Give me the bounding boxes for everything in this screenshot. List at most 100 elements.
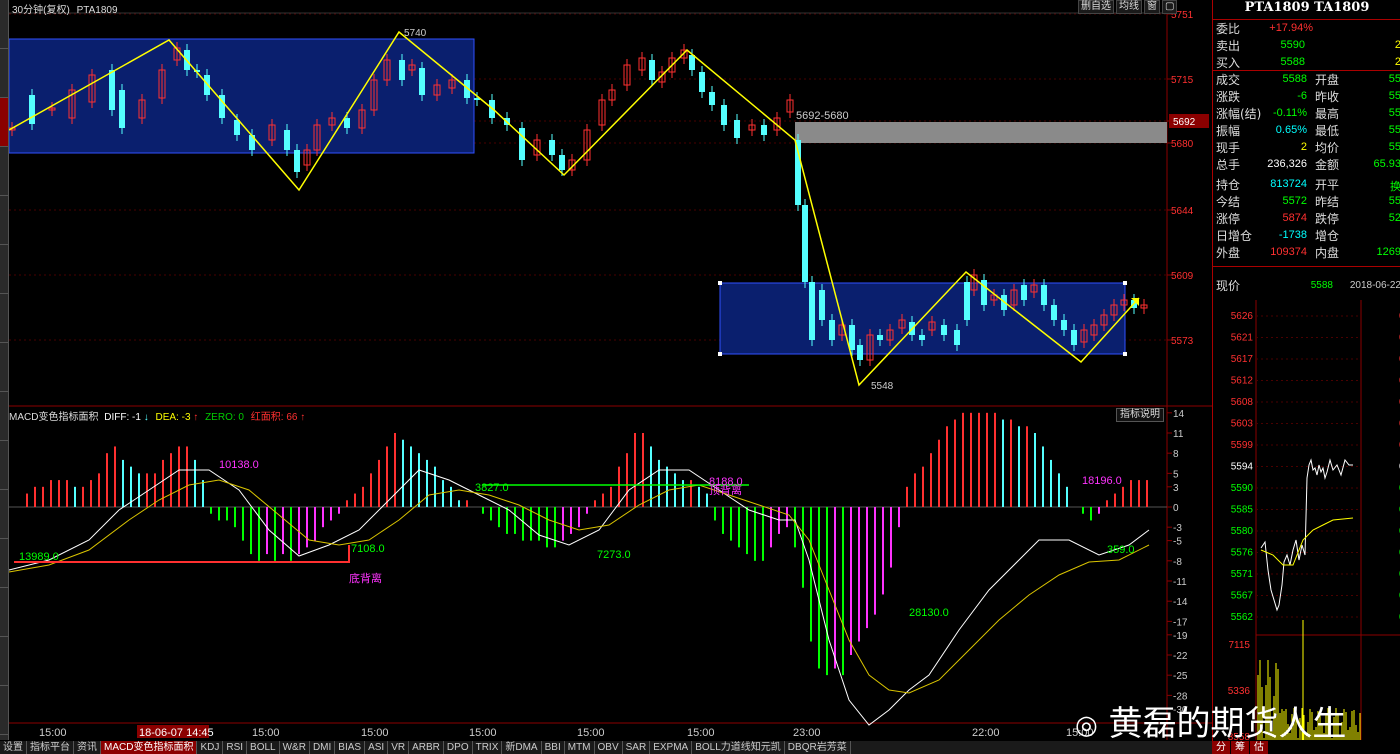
indicator-tab[interactable]: RSI	[223, 741, 248, 754]
quote-label-right: 昨结	[1315, 195, 1340, 209]
time-tick-label: 22:00	[972, 727, 1000, 739]
price-tick-label: 5573	[1171, 336, 1194, 347]
quote-label-left: 日增仓	[1216, 229, 1253, 243]
indicator-tab[interactable]: BOLL	[247, 741, 280, 754]
quote-label-left: 今结	[1216, 195, 1241, 209]
indicator-tab[interactable]: 指标平台	[27, 741, 74, 754]
macd-tick-label: 5	[1173, 469, 1179, 480]
quote-label-right: 昨收	[1315, 90, 1340, 104]
indicator-tab[interactable]: EXPMA	[650, 741, 693, 754]
macd-tick-label: -25	[1173, 671, 1188, 682]
indicator-tab[interactable]: VR	[388, 741, 410, 754]
quote-label-left: 现手	[1216, 141, 1241, 155]
candle-down	[964, 282, 970, 320]
indicator-tab[interactable]: 新DMA	[502, 741, 542, 754]
quote-label-right: 金额	[1315, 158, 1340, 172]
indicator-tab[interactable]: DBQR岩芳菜	[785, 741, 851, 754]
wb-value: +17.94%	[1269, 22, 1313, 34]
now-label: 现价	[1216, 279, 1241, 293]
indicator-tab[interactable]: MACD变色指标面积	[101, 741, 198, 754]
macd-area-label: 3827.0	[475, 482, 509, 494]
quote-value-left: 813724	[1270, 178, 1307, 190]
close-icon[interactable]: ▢	[1162, 0, 1178, 14]
indicator-tab[interactable]: 资讯	[74, 741, 101, 754]
now-value: 5588	[1310, 280, 1333, 291]
macd-area-label: 7273.0	[597, 549, 631, 561]
gap-label: 5692-5680	[796, 110, 849, 122]
macd-area-label: 13989.0	[19, 551, 59, 563]
indicator-explain-button[interactable]: 指标说明	[1116, 408, 1164, 422]
quote-value-left: 109374	[1270, 246, 1307, 258]
indicator-tab[interactable]: MTM	[565, 741, 595, 754]
price-line	[1260, 458, 1353, 612]
candle-down	[1041, 285, 1047, 305]
macd-header: MACD变色指标面积 DIFF: -1 ↓ DEA: -3 ↑ ZERO: 0 …	[9, 408, 305, 423]
quote-label-right: 内盘	[1315, 246, 1340, 260]
indicator-tab[interactable]: DMI	[310, 741, 336, 754]
time-tick-label: 15:00	[687, 727, 715, 739]
candle-down	[519, 128, 525, 160]
mini-price-label: 5571	[1231, 569, 1254, 580]
period-label: 30分钟(复权)	[12, 5, 70, 16]
sell-value: 5590	[1280, 39, 1305, 51]
indicator-tab[interactable]: KDJ	[197, 741, 224, 754]
price-tick-label: 5715	[1171, 75, 1194, 86]
indicator-tab[interactable]: W&R	[280, 741, 310, 754]
window-button[interactable]: 窗	[1144, 0, 1160, 14]
indicator-tab[interactable]: ASI	[365, 741, 389, 754]
indicator-tab[interactable]: ARBR	[409, 741, 444, 754]
macd-area-label: 359.0	[1107, 544, 1135, 556]
indicator-tab[interactable]: BBI	[542, 741, 565, 754]
top-toolbar: 删自选 均线 窗 ▢	[1078, 0, 1178, 14]
weibo-icon: ◎	[1075, 710, 1098, 741]
indicator-tab[interactable]: TRIX	[473, 741, 503, 754]
top-divergence-label: 顶背离	[709, 483, 742, 497]
red-area-arrow-icon: ↑	[300, 412, 306, 423]
box-handle	[1123, 281, 1127, 285]
sell-label: 卖出	[1216, 39, 1241, 53]
zero-label: ZERO:	[205, 412, 236, 423]
candle-down	[699, 72, 705, 92]
indicator-tabs: 设置 指标平台 资讯 MACD变色指标面积 KDJ RSI BOLL W&R DMI BIAS AS…	[0, 741, 1212, 754]
gap-zone	[795, 122, 1167, 143]
quote-value-right: 1269	[1376, 246, 1400, 258]
ma-button[interactable]: 均线	[1116, 0, 1142, 14]
time-tick-label: 23:00	[793, 727, 821, 739]
price-tick-label: 5680	[1171, 139, 1194, 150]
mini-volume-label: 7115	[1228, 640, 1250, 651]
quote-label-right: 最低	[1315, 124, 1340, 138]
macd-area-label: 18196.0	[1082, 475, 1122, 487]
intraday-chart[interactable]: 56260.5756210.4956170.4156120.3356080.25…	[1213, 300, 1400, 740]
quote-value-left: 5874	[1282, 212, 1307, 224]
quote-label-left: 涨跌	[1216, 90, 1241, 104]
indicator-tab[interactable]: OBV	[595, 741, 623, 754]
indicator-tab[interactable]: SAR	[623, 741, 651, 754]
quote-label-right: 最高	[1315, 107, 1340, 121]
remove-watchlist-button[interactable]: 删自选	[1078, 0, 1114, 14]
quote-label-right: 跌停	[1315, 212, 1340, 226]
quote-value-left: 0.65%	[1275, 124, 1307, 136]
dea-label: DEA:	[155, 412, 179, 423]
macd-tick-label: -14	[1173, 597, 1188, 608]
kline-chart[interactable]: 57515715568056445609557356925692-5680574…	[9, 0, 1212, 740]
macd-tick-label: -5	[1173, 537, 1182, 548]
dea-value: -3	[181, 412, 191, 423]
indicator-tab[interactable]: BIAS	[335, 741, 366, 754]
candle-down	[344, 118, 350, 128]
candle-down	[29, 95, 35, 124]
time-tick-label: 15:00	[361, 727, 389, 739]
time-tick-label: 15:00	[252, 727, 280, 739]
indicator-tab[interactable]: 设置	[0, 741, 27, 754]
dea-arrow-icon: ↑	[193, 412, 199, 423]
quote-date: 2018-06-22	[1349, 280, 1400, 291]
quote-label-right: 增仓	[1315, 229, 1340, 243]
macd-tick-label: -8	[1173, 557, 1182, 568]
indicator-tab[interactable]: BOLL力道线知元凯	[692, 741, 785, 754]
candle-down	[549, 140, 555, 155]
left-side-tabs[interactable]	[0, 0, 9, 740]
quote-label-right: 开平	[1315, 178, 1340, 192]
macd-name: MACD变色指标面积	[9, 412, 99, 423]
macd-tick-label: -11	[1173, 577, 1187, 588]
indicator-tab[interactable]: DPO	[444, 741, 473, 754]
mini-price-label: 5576	[1231, 548, 1254, 559]
